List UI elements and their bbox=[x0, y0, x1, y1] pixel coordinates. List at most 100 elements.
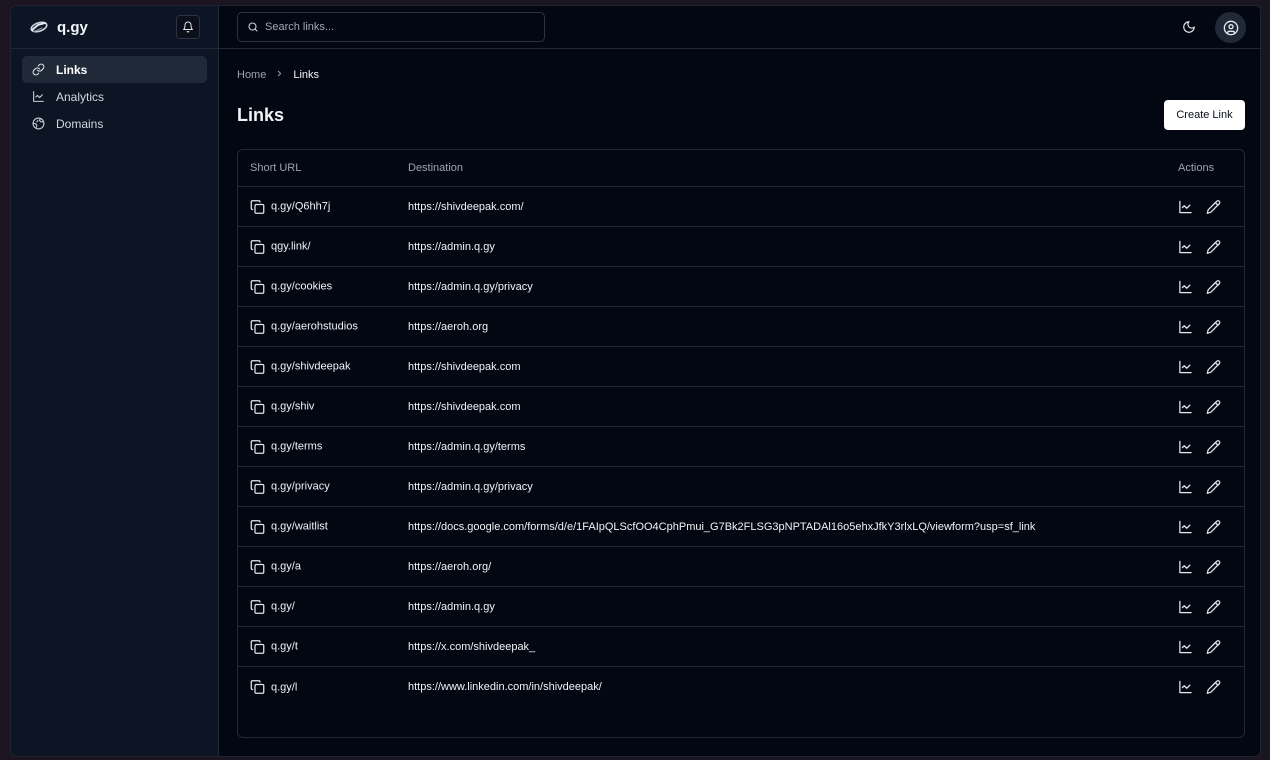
row-actions bbox=[1178, 399, 1221, 414]
column-header-destination: Destination bbox=[408, 162, 464, 174]
brand-name: q.gy bbox=[57, 18, 88, 36]
column-header-actions: Actions bbox=[1178, 162, 1215, 174]
short-url-text: q.gy/cookies bbox=[271, 280, 333, 293]
short-url-text: q.gy/privacy bbox=[271, 480, 330, 493]
edit-pencil-icon[interactable] bbox=[1206, 599, 1221, 614]
short-url-cell: q.gy/shiv bbox=[250, 399, 314, 414]
table-row: q.gy/https://admin.q.gy bbox=[238, 587, 1244, 627]
chevron-right-icon bbox=[275, 69, 284, 81]
short-url-cell: q.gy/aerohstudios bbox=[250, 319, 358, 334]
edit-pencil-icon[interactable] bbox=[1206, 199, 1221, 214]
edit-pencil-icon[interactable] bbox=[1206, 680, 1221, 695]
page-title: Links bbox=[237, 105, 285, 125]
short-url-text: q.gy/shiv bbox=[271, 400, 315, 413]
copy-icon[interactable] bbox=[250, 279, 265, 294]
short-url-cell: q.gy/shivdeepak bbox=[250, 359, 351, 374]
short-url-text: q.gy/aerohstudios bbox=[271, 320, 358, 333]
column-header-short-url: Short URL bbox=[250, 162, 302, 174]
analytics-chart-icon[interactable] bbox=[1178, 479, 1193, 494]
edit-pencil-icon[interactable] bbox=[1206, 279, 1221, 294]
copy-icon[interactable] bbox=[250, 199, 265, 214]
copy-icon[interactable] bbox=[250, 439, 265, 454]
table-row: q.gy/shiv https://shivdeepak.com bbox=[238, 387, 1244, 427]
destination-url: https://admin.q.gy bbox=[408, 600, 495, 613]
analytics-chart-icon[interactable] bbox=[1178, 680, 1193, 695]
short-url-cell: qgy.link/ bbox=[250, 239, 311, 254]
destination-url: https://docs.google.com/forms/d/e/1FAIpQ… bbox=[408, 520, 1036, 533]
sidebar-item-links[interactable]: Links bbox=[22, 56, 207, 83]
short-url-cell: q.gy/a bbox=[250, 559, 301, 574]
short-url-cell: q.gy/t bbox=[250, 639, 298, 654]
topbar bbox=[219, 6, 1260, 49]
bell-icon bbox=[183, 21, 193, 33]
edit-pencil-icon[interactable] bbox=[1206, 559, 1221, 574]
table-row: q.gy/cookies https://admin.q.gy/privacy bbox=[238, 267, 1244, 307]
copy-icon[interactable] bbox=[250, 519, 265, 534]
notifications-button[interactable] bbox=[176, 15, 200, 39]
table-row: q.gy/waitlist https://docs.google.com/for… bbox=[238, 507, 1244, 547]
copy-icon[interactable] bbox=[250, 680, 265, 695]
breadcrumb: Home Links bbox=[237, 69, 319, 81]
analytics-chart-icon[interactable] bbox=[1178, 199, 1193, 214]
logo-icon bbox=[29, 17, 49, 37]
edit-pencil-icon[interactable] bbox=[1206, 479, 1221, 494]
sidebar-item-analytics[interactable]: Analytics bbox=[22, 83, 207, 110]
app-window: q.gy Links Analytics Domains Search link… bbox=[10, 5, 1261, 757]
edit-pencil-icon[interactable] bbox=[1206, 239, 1221, 254]
table-row: q.gy/aerohstudios https://aeroh.org bbox=[238, 307, 1244, 347]
row-actions bbox=[1178, 639, 1221, 654]
analytics-chart-icon[interactable] bbox=[1178, 519, 1193, 534]
short-url-text: q.gy/Q6hh7j bbox=[271, 200, 331, 213]
row-actions bbox=[1178, 199, 1221, 214]
edit-pencil-icon[interactable] bbox=[1206, 439, 1221, 454]
analytics-chart-icon[interactable] bbox=[1178, 639, 1193, 654]
search-icon bbox=[248, 22, 258, 32]
copy-icon[interactable] bbox=[250, 559, 265, 574]
destination-url: https://admin.q.gy/privacy bbox=[408, 480, 533, 493]
theme-toggle-button[interactable] bbox=[1179, 17, 1199, 37]
analytics-chart-icon[interactable] bbox=[1178, 359, 1193, 374]
edit-pencil-icon[interactable] bbox=[1206, 519, 1221, 534]
user-menu-button[interactable] bbox=[1215, 12, 1246, 43]
destination-url: https://shivdeepak.com/ bbox=[408, 200, 524, 213]
copy-icon[interactable] bbox=[250, 399, 265, 414]
edit-pencil-icon[interactable] bbox=[1206, 399, 1221, 414]
analytics-chart-icon[interactable] bbox=[1178, 439, 1193, 454]
destination-url: https://x.com/shivdeepak_ bbox=[408, 640, 536, 653]
short-url-cell: q.gy/l bbox=[250, 680, 297, 695]
analytics-chart-icon[interactable] bbox=[1178, 399, 1193, 414]
table-body: q.gy/Q6hh7j https://shivdeepak.com/qgy.li… bbox=[238, 187, 1244, 707]
destination-url: https://admin.q.gy bbox=[408, 240, 495, 253]
sidebar-nav: Links Analytics Domains bbox=[11, 49, 218, 144]
copy-icon[interactable] bbox=[250, 599, 265, 614]
copy-icon[interactable] bbox=[250, 239, 265, 254]
table-row: q.gy/l https://www.linkedin.com/in/shivde… bbox=[238, 667, 1244, 707]
row-actions bbox=[1178, 279, 1221, 294]
destination-url: https://admin.q.gy/privacy bbox=[408, 280, 533, 293]
sidebar-item-label: Domains bbox=[56, 116, 104, 131]
analytics-chart-icon[interactable] bbox=[1178, 279, 1193, 294]
create-link-button[interactable]: Create Link bbox=[1164, 100, 1245, 130]
copy-icon[interactable] bbox=[250, 479, 265, 494]
edit-pencil-icon[interactable] bbox=[1206, 639, 1221, 654]
analytics-chart-icon[interactable] bbox=[1178, 319, 1193, 334]
copy-icon[interactable] bbox=[250, 359, 265, 374]
analytics-chart-icon[interactable] bbox=[1178, 239, 1193, 254]
analytics-chart-icon[interactable] bbox=[1178, 599, 1193, 614]
copy-icon[interactable] bbox=[250, 639, 265, 654]
row-actions bbox=[1178, 359, 1221, 374]
table-row: q.gy/Q6hh7j https://shivdeepak.com/ bbox=[238, 187, 1244, 227]
row-actions bbox=[1178, 680, 1221, 695]
sidebar-item-domains[interactable]: Domains bbox=[22, 110, 207, 137]
table-row: q.gy/privacy https://admin.q.gy/privacy bbox=[238, 467, 1244, 507]
search-input[interactable] bbox=[265, 21, 535, 33]
breadcrumb-home[interactable]: Home bbox=[237, 69, 266, 81]
edit-pencil-icon[interactable] bbox=[1206, 359, 1221, 374]
edit-pencil-icon[interactable] bbox=[1206, 319, 1221, 334]
copy-icon[interactable] bbox=[250, 319, 265, 334]
search-box[interactable] bbox=[237, 12, 545, 42]
short-url-text: q.gy/t bbox=[271, 640, 298, 653]
links-table: Short URL Destination Actions q.gy/Q6hh7… bbox=[237, 149, 1245, 738]
destination-url: https://admin.q.gy/terms bbox=[408, 440, 526, 453]
analytics-chart-icon[interactable] bbox=[1178, 559, 1193, 574]
